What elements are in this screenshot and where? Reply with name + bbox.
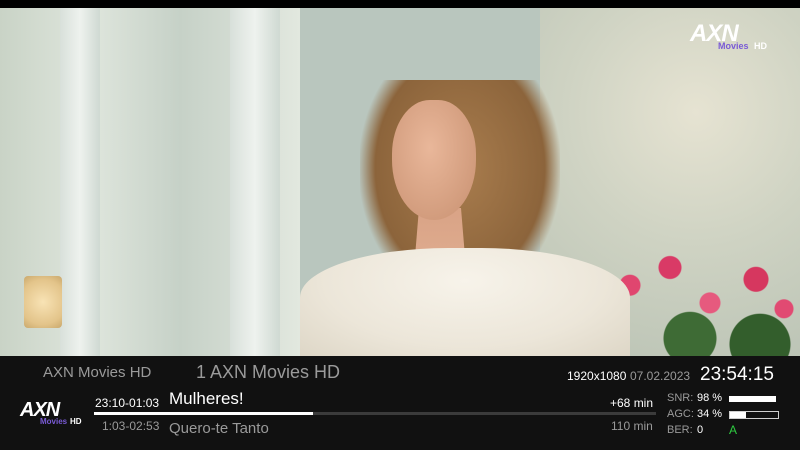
lamp [24,276,62,328]
program-progress-bar [94,412,656,415]
channel-info-bar: AXN Movies HD 1 AXN Movies HD 1920x1080 … [0,356,800,450]
agc-label: AGC: [667,408,694,420]
logo-hd: HD [70,417,82,426]
logo-hd: HD [754,41,767,51]
background-pillar [60,8,100,356]
person-face [392,100,476,220]
snr-meter-fill [729,396,777,402]
snr-label: SNR: [667,392,694,404]
snr-meter [729,396,777,402]
snr-value: 98 % [697,392,723,404]
date: 07.02.2023 [630,369,691,383]
channel-logo: AXN Movies HD [20,399,84,429]
next-program-time: 1:03-02:53 [102,419,160,433]
video-frame [0,8,800,356]
current-program-remaining: +68 min [610,396,654,410]
agc-value: 34 % [697,408,723,420]
channel-name: AXN Movies HD [43,364,152,381]
next-program-title: Quero-te Tanto [169,420,269,437]
ber-label: BER: [667,424,693,436]
agc-meter [729,411,779,419]
ber-value: 0 [697,424,704,436]
program-progress-fill [94,412,314,415]
resolution: 1920x1080 [567,369,627,383]
clock: 23:54:15 [700,364,774,385]
logo-sub: Movies [40,417,68,426]
flowers [600,238,800,356]
current-program-title: Mulheres! [169,389,244,408]
channel-number-title: 1 AXN Movies HD [196,362,341,382]
current-program-time: 23:10-01:03 [95,396,160,410]
person-blouse [300,248,630,356]
signal-status-indicator: A [729,423,738,437]
agc-meter-fill [730,412,747,418]
next-program-duration: 110 min [611,419,653,433]
background-pillar [230,8,280,356]
logo-sub: Movies [718,41,749,51]
channel-logo-watermark: AXN Movies HD [690,20,770,52]
